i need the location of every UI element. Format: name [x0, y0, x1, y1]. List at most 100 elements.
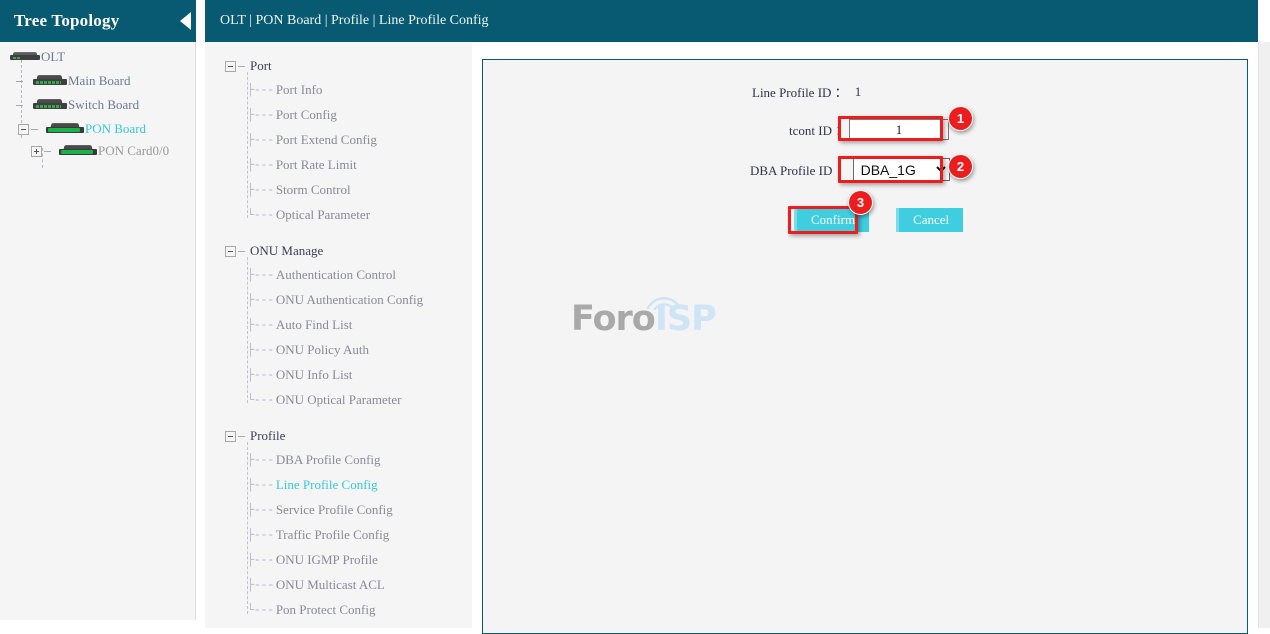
nav-item-label: Auto Find List [276, 317, 353, 333]
nav-item-onu-igmp-profile[interactable]: ├--- ONU IGMP Profile [247, 552, 378, 568]
nav-branch-icon: └--- [247, 604, 274, 616]
nav-toggle-minus-icon[interactable] [225, 431, 236, 442]
nav-item-traffic-profile-config[interactable]: ├--- Traffic Profile Config [247, 527, 389, 543]
dba-profile-id-row: DBA Profile ID ： DBA_1G [750, 158, 950, 181]
nav-item-port-rate-limit[interactable]: ├--- Port Rate Limit [247, 157, 357, 173]
nav-group-label: ONU Manage [250, 243, 323, 259]
nav-group-onu-manage[interactable]: ONU Manage [225, 243, 323, 259]
nav-item-auto-find-list[interactable]: ├--- Auto Find List [247, 317, 352, 333]
line-profile-config-panel: Line Profile ID ： 1 tcont ID ： DBA Profi… [482, 59, 1248, 634]
tree-branch-dash [31, 129, 38, 130]
nav-item-label: Port Config [276, 107, 337, 123]
foroisp-watermark: ForoISP [571, 288, 721, 344]
nav-branch-icon: └--- [247, 394, 274, 406]
top-header-bar: OLT | PON Board | Profile | Line Profile… [205, 0, 1258, 42]
nav-item-optical-parameter[interactable]: └--- Optical Parameter [247, 207, 370, 223]
nav-branch-icon: ├--- [247, 319, 274, 331]
nav-item-port-extend-config[interactable]: ├--- Port Extend Config [247, 132, 377, 148]
pon-card-icon [59, 145, 97, 158]
nav-item-label: DBA Profile Config [276, 452, 381, 468]
dba-profile-id-label: DBA Profile ID ： [750, 160, 849, 179]
nav-item-label: ONU IGMP Profile [276, 552, 378, 568]
tree-node-label: OLT [40, 49, 65, 65]
nav-branch-icon: ├--- [247, 579, 274, 591]
watermark-isp: ISP [655, 299, 716, 339]
nav-item-onu-multicast-acl[interactable]: ├--- ONU Multicast ACL [247, 577, 385, 593]
tree-node-label: PON Board [84, 121, 146, 137]
cancel-button[interactable]: Cancel [896, 208, 963, 232]
tree-sidebar-header: Tree Topology [0, 0, 196, 42]
nav-group-port[interactable]: Port [225, 58, 272, 74]
nav-branch-icon: ├--- [247, 529, 274, 541]
tree-node-label: Switch Board [67, 97, 139, 113]
nav-item-label: Storm Control [276, 182, 351, 198]
nav-item-label: ONU Info List [276, 367, 353, 383]
tree-node-label: Main Board [67, 73, 130, 89]
watermark-foro: Foro [571, 299, 655, 339]
nav-item-label: Port Rate Limit [276, 157, 357, 173]
tree-toggle-minus-icon[interactable] [18, 124, 29, 135]
tree-node-olt[interactable]: OLT [10, 48, 65, 66]
nav-item-storm-control[interactable]: ├--- Storm Control [247, 182, 351, 198]
nav-item-pon-protect-config[interactable]: └--- Pon Protect Config [247, 602, 375, 618]
watermark-text: ForoISP [571, 302, 716, 337]
nav-item-label: Optical Parameter [276, 207, 370, 223]
nav-item-port-config[interactable]: ├--- Port Config [247, 107, 337, 123]
page-scroll-gutter[interactable] [1258, 42, 1270, 628]
nav-branch-icon: ├--- [247, 269, 274, 281]
nav-item-label: ONU Authentication Config [276, 292, 423, 308]
tree-node-main-board[interactable]: Main Board [16, 72, 130, 90]
annotation-badge-1: 1 [948, 106, 973, 131]
nav-branch-icon: ├--- [247, 294, 274, 306]
nav-branch-icon: ├--- [247, 369, 274, 381]
nav-branch-icon: ├--- [247, 454, 274, 466]
nav-item-label: Line Profile Config [276, 477, 378, 493]
nav-branch-icon: ├--- [247, 84, 274, 96]
nav-branch-dash [238, 436, 245, 437]
nav-item-line-profile-config[interactable]: ├--- Line Profile Config [247, 477, 378, 493]
tree-topology-sidebar: Tree Topology OLT Main Board [0, 0, 196, 620]
tree-node-pon-card[interactable]: PON Card0/0 [31, 142, 169, 160]
tcont-id-label: tcont ID ： [789, 120, 843, 139]
line-profile-id-value: 1 [855, 84, 862, 100]
nav-item-label: Authentication Control [276, 267, 396, 283]
nav-group-profile[interactable]: Profile [225, 428, 285, 444]
nav-item-port-info[interactable]: ├--- Port Info [247, 82, 322, 98]
chevron-left-icon[interactable] [175, 0, 196, 42]
nav-branch-icon: ├--- [247, 344, 274, 356]
annotation-badge-2: 2 [948, 154, 973, 179]
nav-branch-icon: ├--- [247, 109, 274, 121]
nav-branch-icon: ├--- [247, 134, 274, 146]
tcont-id-row: tcont ID ： [789, 119, 949, 140]
line-profile-form: Line Profile ID ： 1 tcont ID ： DBA Profi… [483, 60, 1247, 633]
tcont-id-input[interactable] [849, 119, 949, 140]
nav-item-label: Port Extend Config [276, 132, 377, 148]
dba-profile-select[interactable]: DBA_1G [853, 158, 950, 181]
nav-toggle-minus-icon[interactable] [225, 61, 236, 72]
nav-toggle-minus-icon[interactable] [225, 246, 236, 257]
nav-branch-dash [238, 66, 245, 67]
tree-toggle-plus-icon[interactable] [31, 146, 42, 157]
section-nav-panel: Port ├--- Port Info ├--- Port Config ├--… [205, 42, 472, 628]
nav-branch-dash [238, 251, 245, 252]
sidebar-gap [196, 42, 205, 628]
tree-node-list: OLT Main Board Switch Board [0, 42, 195, 620]
nav-item-onu-authentication-config[interactable]: ├--- ONU Authentication Config [247, 292, 423, 308]
tree-sidebar-title: Tree Topology [14, 11, 119, 31]
breadcrumb: OLT | PON Board | Profile | Line Profile… [220, 13, 489, 29]
nav-item-service-profile-config[interactable]: ├--- Service Profile Config [247, 502, 393, 518]
nav-item-label: ONU Multicast ACL [276, 577, 385, 593]
tree-node-switch-board[interactable]: Switch Board [16, 96, 139, 114]
tree-node-pon-board[interactable]: PON Board [18, 120, 146, 138]
nav-item-onu-policy-auth[interactable]: ├--- ONU Policy Auth [247, 342, 369, 358]
nav-item-onu-optical-parameter[interactable]: └--- ONU Optical Parameter [247, 392, 401, 408]
nav-item-onu-info-list[interactable]: ├--- ONU Info List [247, 367, 352, 383]
nav-item-dba-profile-config[interactable]: ├--- DBA Profile Config [247, 452, 381, 468]
nav-branch-icon: └--- [247, 209, 274, 221]
tree-branch-dash [16, 81, 23, 82]
nav-branch-icon: ├--- [247, 479, 274, 491]
nav-item-authentication-control[interactable]: ├--- Authentication Control [247, 267, 396, 283]
tree-branch-dash [44, 151, 51, 152]
board-device-icon [33, 75, 67, 88]
nav-item-label: ONU Optical Parameter [276, 392, 402, 408]
